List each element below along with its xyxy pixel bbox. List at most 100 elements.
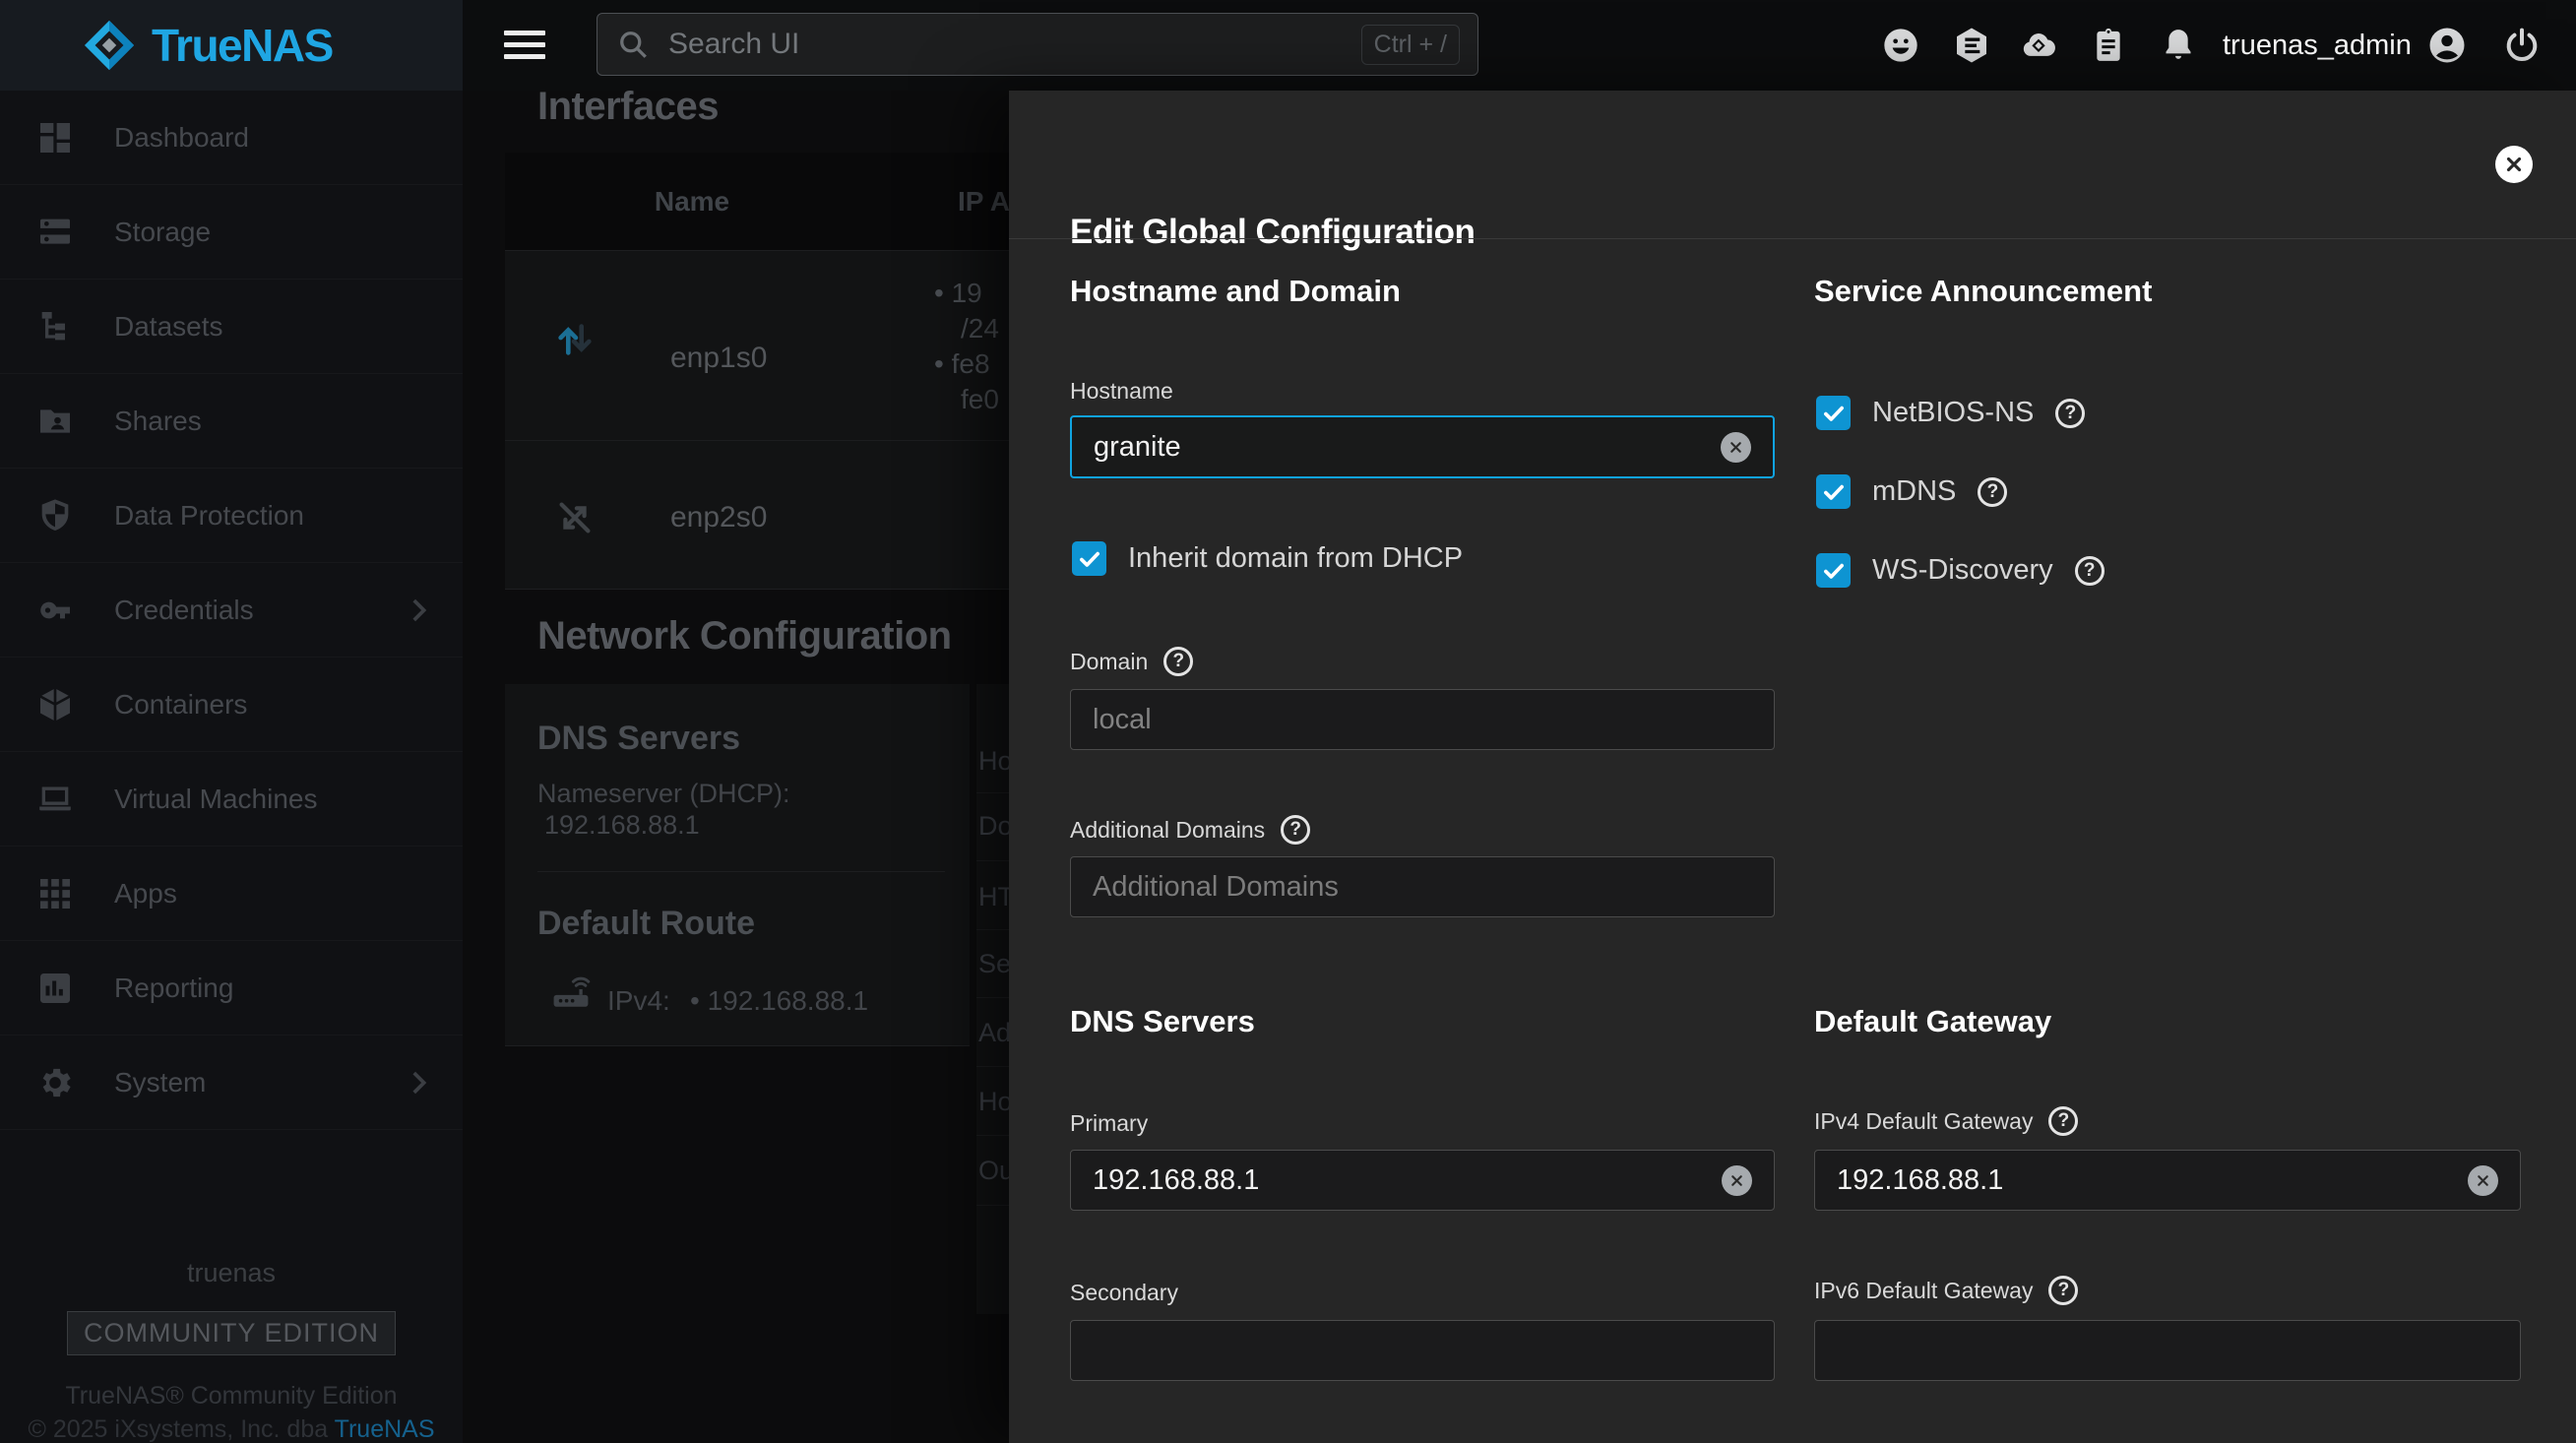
help-icon[interactable]: ?: [2055, 399, 2085, 428]
hostname-field[interactable]: granite: [1070, 415, 1775, 478]
help-icon[interactable]: ?: [2075, 556, 2105, 586]
ip-line: fe8: [934, 346, 999, 382]
hostname-value: granite: [1094, 431, 1181, 464]
truecommand-icon[interactable]: [1950, 24, 1993, 67]
account-avatar-icon[interactable]: [2423, 22, 2471, 69]
panel-title: Edit Global Configuration: [1070, 213, 1475, 252]
close-icon[interactable]: [2495, 146, 2533, 183]
gear-icon: [35, 1063, 75, 1102]
chevron-right-icon: [402, 1066, 435, 1099]
inherit-domain-checkbox-row[interactable]: Inherit domain from DHCP: [1072, 541, 1463, 576]
secondary-dns-label: Secondary: [1070, 1280, 1178, 1306]
search-shortcut-hint: Ctrl + /: [1361, 25, 1460, 65]
interface-ip-list: 19 /24 fe8 fe0: [934, 276, 999, 417]
app-logo[interactable]: TrueNAS: [0, 0, 463, 91]
help-icon[interactable]: ?: [2048, 1106, 2078, 1136]
sidebar-item-data-protection[interactable]: Data Protection: [0, 469, 463, 563]
sidebar-item-shares[interactable]: Shares: [0, 374, 463, 469]
additional-domains-field[interactable]: Additional Domains: [1070, 856, 1775, 917]
primary-dns-field[interactable]: 192.168.88.1: [1070, 1150, 1775, 1211]
checkbox-checked-icon[interactable]: [1072, 541, 1106, 576]
checkbox-checked-icon[interactable]: [1816, 553, 1851, 588]
box-icon: [35, 685, 75, 724]
cloud-sync-icon[interactable]: [2017, 24, 2060, 67]
route-ipv4-label: IPv4:: [607, 985, 670, 1017]
copyright-prefix: © 2025 iXsystems, Inc. dba: [28, 1415, 334, 1443]
power-icon[interactable]: [2498, 22, 2545, 69]
sidebar-item-virtual-machines[interactable]: Virtual Machines: [0, 752, 463, 847]
ipv4-gateway-field[interactable]: 192.168.88.1: [1814, 1150, 2521, 1211]
sidebar-item-label: Data Protection: [114, 500, 304, 532]
default-gateway-heading: Default Gateway: [1814, 1004, 2051, 1039]
dns-servers-heading: DNS Servers: [537, 720, 740, 758]
bar-chart-icon: [35, 969, 75, 1008]
nameserver-label: Nameserver (DHCP):: [537, 779, 790, 809]
checkbox-checked-icon[interactable]: [1816, 474, 1851, 509]
checkbox-checked-icon[interactable]: [1816, 396, 1851, 430]
additional-domains-label: Additional Domains: [1070, 817, 1265, 844]
route-ipv4-value: 192.168.88.1: [690, 985, 868, 1017]
domain-field[interactable]: local: [1070, 689, 1775, 750]
sidebar-item-label: System: [114, 1067, 206, 1098]
header-divider: [1009, 238, 2576, 239]
sidebar-item-reporting[interactable]: Reporting: [0, 941, 463, 1035]
help-icon[interactable]: ?: [1978, 477, 2007, 507]
network-config-section-title: Network Configuration: [537, 614, 952, 659]
default-route-heading: Default Route: [537, 905, 755, 943]
search-input[interactable]: Search UI Ctrl + /: [597, 13, 1478, 76]
sidebar-item-apps[interactable]: Apps: [0, 847, 463, 941]
sidebar-item-label: Storage: [114, 217, 211, 248]
community-edition-badge: COMMUNITY EDITION: [67, 1311, 396, 1355]
hidden-card-strip: Hos Dom HTT Ser Add Hos Out: [976, 684, 1012, 1314]
sidebar-item-credentials[interactable]: Credentials: [0, 563, 463, 658]
interface-up-down-icon: [552, 317, 597, 362]
nameserver-value: 192.168.88.1: [544, 810, 700, 841]
storage-icon: [35, 213, 75, 252]
key-icon: [35, 591, 75, 630]
alerts-bell-icon[interactable]: [2157, 24, 2200, 67]
ipv6-gateway-field[interactable]: [1814, 1320, 2521, 1381]
help-icon[interactable]: ?: [1281, 815, 1310, 845]
sidebar-item-dashboard[interactable]: Dashboard: [0, 91, 463, 185]
primary-dns-label: Primary: [1070, 1110, 1148, 1137]
interfaces-section-title: Interfaces: [537, 91, 719, 129]
table-row-enp2s0[interactable]: enp2s0: [505, 440, 1096, 588]
clipped-label: Dom: [978, 811, 1012, 842]
additional-domains-label-row: Additional Domains ?: [1070, 815, 1310, 845]
clipped-label: Add: [978, 1018, 1012, 1048]
interface-name: enp2s0: [670, 501, 767, 534]
jobs-clipboard-icon[interactable]: [2087, 24, 2130, 67]
sidebar-item-system[interactable]: System: [0, 1035, 463, 1130]
clear-icon[interactable]: [2468, 1165, 2498, 1196]
help-icon[interactable]: ?: [1163, 647, 1193, 676]
clear-icon[interactable]: [1722, 1165, 1752, 1196]
ip-line: fe0: [934, 382, 999, 417]
sidebar-item-datasets[interactable]: Datasets: [0, 280, 463, 374]
logged-in-username[interactable]: truenas_admin: [2223, 0, 2412, 91]
datasets-icon: [35, 307, 75, 346]
column-header-name: Name: [633, 153, 751, 250]
clear-icon[interactable]: [1721, 432, 1751, 463]
sidebar-item-storage[interactable]: Storage: [0, 185, 463, 280]
secondary-dns-field[interactable]: [1070, 1320, 1775, 1381]
interfaces-table: Name IP Ad enp1s0 19 /24 fe8 fe0: [505, 153, 1096, 590]
search-placeholder: Search UI: [668, 28, 1344, 61]
edition-badge-wrap: COMMUNITY EDITION: [0, 1311, 463, 1355]
logo-text: TrueNAS: [152, 19, 333, 72]
search-icon: [615, 27, 651, 62]
mdns-checkbox-row[interactable]: mDNS ?: [1816, 474, 2007, 509]
sidebar-item-label: Dashboard: [114, 122, 249, 154]
truenas-link[interactable]: TrueNAS: [335, 1415, 435, 1443]
wsdiscovery-checkbox-row[interactable]: WS-Discovery ?: [1816, 553, 2105, 588]
feedback-smiley-icon[interactable]: [1879, 24, 1922, 67]
menu-toggle-icon[interactable]: [504, 31, 545, 66]
mdns-label: mDNS: [1872, 475, 1956, 508]
table-row-enp1s0[interactable]: enp1s0 19 /24 fe8 fe0: [505, 250, 1096, 441]
netbios-checkbox-row[interactable]: NetBIOS-NS ?: [1816, 396, 2085, 430]
sidebar-item-label: Containers: [114, 689, 247, 721]
sidebar-item-containers[interactable]: Containers: [0, 658, 463, 752]
primary-dns-value: 192.168.88.1: [1093, 1164, 1259, 1197]
interface-disconnected-icon: [552, 495, 597, 540]
help-icon[interactable]: ?: [2048, 1276, 2078, 1305]
clipped-label: HTT: [978, 882, 1012, 912]
